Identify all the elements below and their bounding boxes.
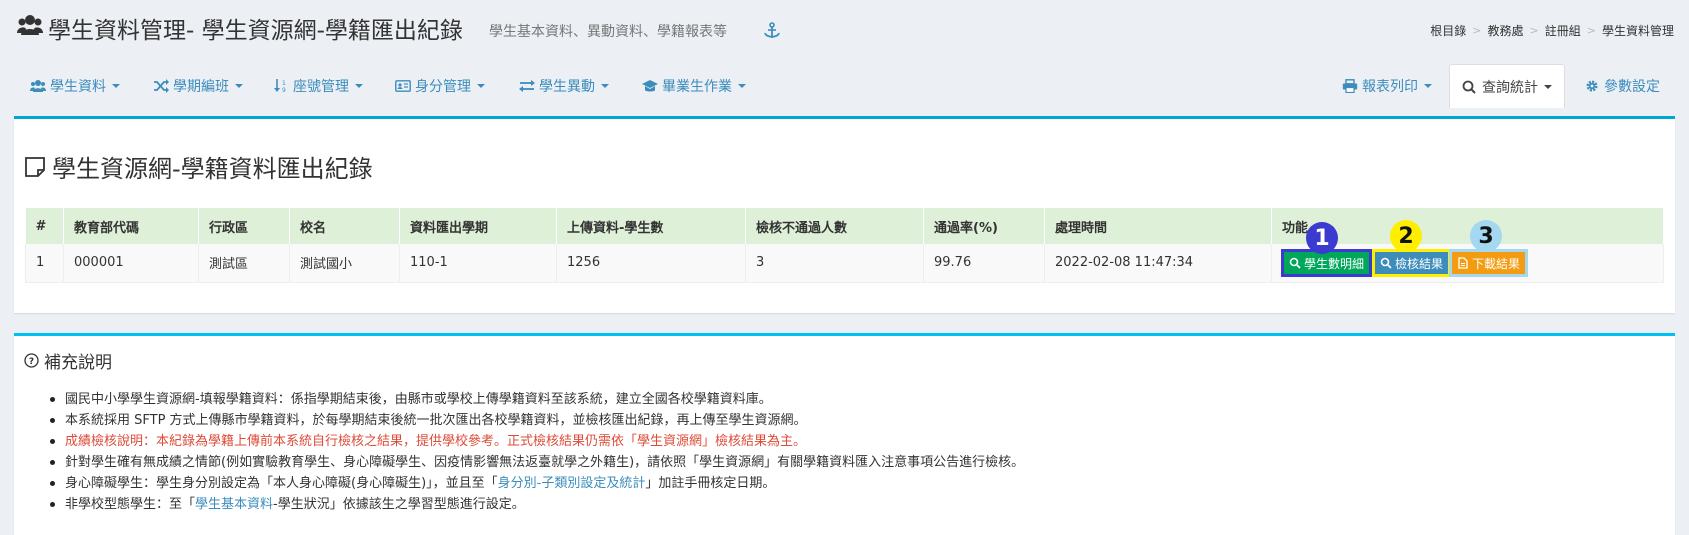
nav-report-print[interactable]: 報表列印 [1342,64,1432,108]
chevron-down-icon [355,84,363,88]
check-result-button[interactable]: 檢核結果 [1371,249,1452,277]
exchange-icon [519,80,535,92]
main-nav: 學生資料 學期編班 19 座號管理 身分管理 學生異動 畢業生作業 報表列印 查… [14,64,1675,108]
sort-icon: 19 [274,79,286,93]
page-header: 學生資料管理- 學生資源網-學籍匯出紀錄 學生基本資料、異動資料、學籍報表等 根… [0,0,1689,58]
chevron-down-icon [1424,84,1432,88]
cell-processed-time: 2022-02-08 11:47:34 [1044,244,1272,283]
records-box: 學生資源網-學籍資料匯出紀錄 # 教育部代碼 行政區 校名 資料匯出學期 上傳資… [14,116,1675,313]
graduation-cap-icon [642,80,658,92]
list-item: 非學校型態學生：至「學生基本資料-學生狀況」依據該生之學習型態進行設定。 [50,494,1024,515]
nav-student-transfer[interactable]: 學生異動 [519,64,609,108]
id-card-icon [395,80,411,92]
cell-pass-rate: 99.76 [923,244,1045,283]
breadcrumb-separator: > [1529,24,1539,37]
col-header: 行政區 [198,208,290,244]
cell-semester: 110-1 [399,244,557,283]
chevron-down-icon [601,84,609,88]
list-item-warning: 成績檢核說明：本紀錄為學籍上傳前本系統自行檢核之結果，提供學校參考。正式檢核結果… [50,431,1024,452]
file-icon [1458,257,1468,269]
annotation-badge-3: 3 [1470,220,1502,252]
breadcrumb-separator: > [1472,24,1482,37]
sticky-note-icon [25,156,45,177]
svg-text:9: 9 [282,87,286,93]
col-header: # [25,208,64,244]
chevron-down-icon [738,84,746,88]
breadcrumb-item-registration[interactable]: 註冊組 [1545,22,1581,39]
student-detail-button[interactable]: 學生數明細 [1280,249,1373,277]
users-icon [17,15,43,35]
cell-moe-code: 000001 [63,244,199,283]
list-item: 身心障礙學生：學生身分別設定為「本人身心障礙(身心障礙生)」，並且至「身分別-子… [50,473,1024,494]
shuffle-icon [154,79,169,93]
col-header: 上傳資料-學生數 [556,208,746,244]
col-header: 通過率(%) [923,208,1045,244]
svg-text:?: ? [29,357,34,367]
search-icon [1462,80,1476,94]
list-item: 針對學生確有無成績之情節(例如實驗教育學生、身心障礙學生、因疫情影響無法返臺就學… [50,452,1024,473]
chevron-down-icon [235,84,243,88]
breadcrumb-item-current: 學生資料管理 [1601,24,1674,38]
list-item: 國民中小學學生資源網-填報學籍資料：係指學期結束後，由縣市或學校上傳學籍資料至該… [50,389,1024,410]
nav-query-stats[interactable]: 查詢統計 [1449,64,1565,108]
page-title: 學生資料管理- 學生資源網-學籍匯出紀錄 [48,18,463,44]
breadcrumb-separator: > [1586,24,1596,37]
records-title: 學生資源網-學籍資料匯出紀錄 [24,149,373,184]
cell-student-count: 1256 [556,244,746,283]
notes-box: ? 補充說明 國民中小學學生資源網-填報學籍資料：係指學期結束後，由縣市或學校上… [14,333,1675,535]
col-header: 校名 [289,208,400,244]
cell-district: 測試區 [198,244,290,283]
nav-identity[interactable]: 身分管理 [395,64,485,108]
nav-graduates[interactable]: 畢業生作業 [642,64,746,108]
gear-icon [1586,80,1598,92]
col-header: 教育部代碼 [63,208,199,244]
cell-school-name: 測試國小 [289,244,400,283]
page-subtitle: 學生基本資料、異動資料、學籍報表等 [489,24,727,40]
notes-list: 國民中小學學生資源網-填報學籍資料：係指學期結束後，由縣市或學校上傳學籍資料至該… [50,389,1024,515]
search-icon [1289,257,1301,269]
search-icon [1380,257,1392,269]
breadcrumb-item-academic-affairs[interactable]: 教務處 [1488,22,1524,39]
notes-title: ? 補充說明 [24,348,112,373]
annotation-badge-1: 1 [1306,222,1338,254]
breadcrumb-item-root[interactable]: 根目錄 [1430,22,1466,39]
identity-subcategory-link[interactable]: 身分別-子類別設定及統計 [498,476,646,491]
chevron-down-icon [477,84,485,88]
nav-student-data[interactable]: 學生資料 [30,64,120,108]
question-circle-icon: ? [24,353,39,368]
chevron-down-icon [112,84,120,88]
cell-fail-count: 3 [745,244,924,283]
svg-text:1: 1 [282,80,286,87]
breadcrumb: 根目錄 > 教務處 > 註冊組 > 學生資料管理 [1430,22,1674,39]
annotation-badge-2: 2 [1390,220,1422,252]
nav-settings[interactable]: 參數設定 [1584,64,1660,108]
col-header: 檢核不通過人數 [745,208,924,244]
col-header: 處理時間 [1044,208,1272,244]
anchor-icon[interactable] [764,22,780,40]
nav-seat-number[interactable]: 19 座號管理 [273,64,363,108]
download-result-button[interactable]: 下載結果 [1448,249,1529,277]
nav-semester-class[interactable]: 學期編班 [153,64,243,108]
student-basic-data-link[interactable]: 學生基本資料 [195,497,273,512]
print-icon [1342,79,1358,93]
cell-index: 1 [25,244,64,283]
chevron-down-icon [1544,84,1552,89]
list-item: 本系統採用 SFTP 方式上傳縣市學籍資料，於每學期結束後統一批次匯出各校學籍資… [50,410,1024,431]
users-icon [30,80,46,92]
table-row: 1 000001 測試區 測試國小 110-1 1256 3 99.76 202… [25,244,1664,283]
col-header: 資料匯出學期 [399,208,557,244]
